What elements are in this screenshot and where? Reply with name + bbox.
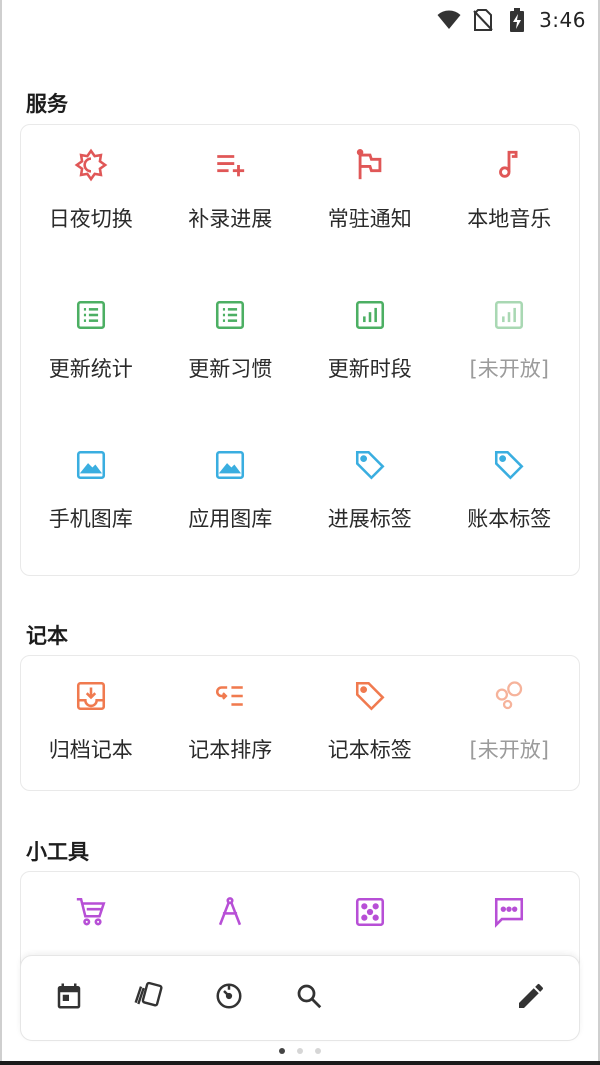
bar-chart-icon	[352, 297, 388, 333]
page-indicator	[0, 1048, 600, 1054]
tile-label: [未开放]	[469, 357, 549, 381]
edit-icon	[515, 980, 547, 1016]
no-sim-icon	[471, 8, 495, 32]
bottom-action-bar	[20, 955, 580, 1041]
bubbles-icon	[491, 678, 527, 714]
playlist-add-icon	[212, 147, 248, 183]
tile-label: 日夜切换	[48, 207, 133, 231]
tile-label: 补录进展	[188, 207, 273, 231]
battery-charging-icon	[505, 8, 529, 32]
flag-icon	[352, 147, 388, 183]
status-bar: 3:46	[0, 0, 600, 40]
bar-chart-icon	[491, 297, 527, 333]
archive-icon	[73, 678, 109, 714]
tile-label: 归档记本	[48, 738, 133, 762]
tile-bubbles[interactable]: [未开放]	[440, 656, 580, 790]
cart-icon	[73, 894, 109, 930]
tile-tag[interactable]: 账本标签	[440, 425, 580, 575]
music-note-icon	[491, 147, 527, 183]
tile-label: 本地音乐	[467, 207, 552, 231]
tile-music-note[interactable]: 本地音乐	[440, 125, 580, 275]
tile-label: 更新统计	[48, 357, 133, 381]
tile-label: 记本标签	[327, 738, 412, 762]
calendar-icon	[54, 981, 84, 1015]
tile-tag[interactable]: 进展标签	[300, 425, 440, 575]
tile-label: 应用图库	[188, 507, 273, 531]
tile-label: 账本标签	[467, 507, 552, 531]
tag-icon	[491, 447, 527, 483]
page-dot[interactable]	[315, 1048, 321, 1054]
timer-button[interactable]	[209, 978, 249, 1018]
tile-label: 记本排序	[188, 738, 273, 762]
tile-list-doc[interactable]: 更新统计	[21, 275, 161, 425]
day-night-icon	[73, 147, 109, 183]
page-dot[interactable]	[279, 1048, 285, 1054]
tile-list-doc[interactable]: 更新习惯	[161, 275, 301, 425]
tile-label: 常驻通知	[327, 207, 412, 231]
sort-list-icon	[212, 678, 248, 714]
services-card: 日夜切换 补录进展 常驻通知 本地音乐更新统计 更新习惯 更新时段 [未开放] 手机图库 应用图…	[20, 124, 580, 576]
dice-icon	[352, 894, 388, 930]
image-icon	[73, 447, 109, 483]
tile-day-night[interactable]: 日夜切换	[21, 125, 161, 275]
tile-bar-chart[interactable]: 更新时段	[300, 275, 440, 425]
tile-bar-chart[interactable]: [未开放]	[440, 275, 580, 425]
status-time: 3:46	[539, 8, 586, 32]
list-doc-icon	[73, 297, 109, 333]
tile-sort-list[interactable]: 记本排序	[161, 656, 301, 790]
page-dot[interactable]	[297, 1048, 303, 1054]
section-title-notebooks: 记本	[26, 624, 68, 648]
tile-image[interactable]: 应用图库	[161, 425, 301, 575]
cards-button[interactable]	[129, 978, 169, 1018]
calendar-button[interactable]	[49, 978, 89, 1018]
wifi-icon	[437, 8, 461, 32]
tile-label: 手机图库	[48, 507, 133, 531]
tile-archive[interactable]: 归档记本	[21, 656, 161, 790]
section-title-tools: 小工具	[26, 840, 89, 864]
search-button[interactable]	[289, 978, 329, 1018]
tile-image[interactable]: 手机图库	[21, 425, 161, 575]
tile-label: 进展标签	[327, 507, 412, 531]
image-icon	[212, 447, 248, 483]
tag-icon	[352, 678, 388, 714]
edit-button[interactable]	[511, 978, 551, 1018]
tile-label: 更新时段	[327, 357, 412, 381]
tile-tag[interactable]: 记本标签	[300, 656, 440, 790]
tile-playlist-add[interactable]: 补录进展	[161, 125, 301, 275]
tile-flag[interactable]: 常驻通知	[300, 125, 440, 275]
search-icon	[294, 981, 324, 1015]
cards-icon	[133, 980, 165, 1016]
tile-label: [未开放]	[469, 738, 549, 762]
notebooks-card: 归档记本 记本排序 记本标签 [未开放]	[20, 655, 580, 791]
compass-icon	[212, 894, 248, 930]
tile-label: 更新习惯	[188, 357, 273, 381]
frame-border-left	[0, 0, 2, 1065]
nav-bar-line	[0, 1061, 600, 1065]
tag-icon	[352, 447, 388, 483]
section-title-services: 服务	[26, 92, 68, 116]
timer-icon	[214, 981, 244, 1015]
chat-icon	[491, 894, 527, 930]
list-doc-icon	[212, 297, 248, 333]
